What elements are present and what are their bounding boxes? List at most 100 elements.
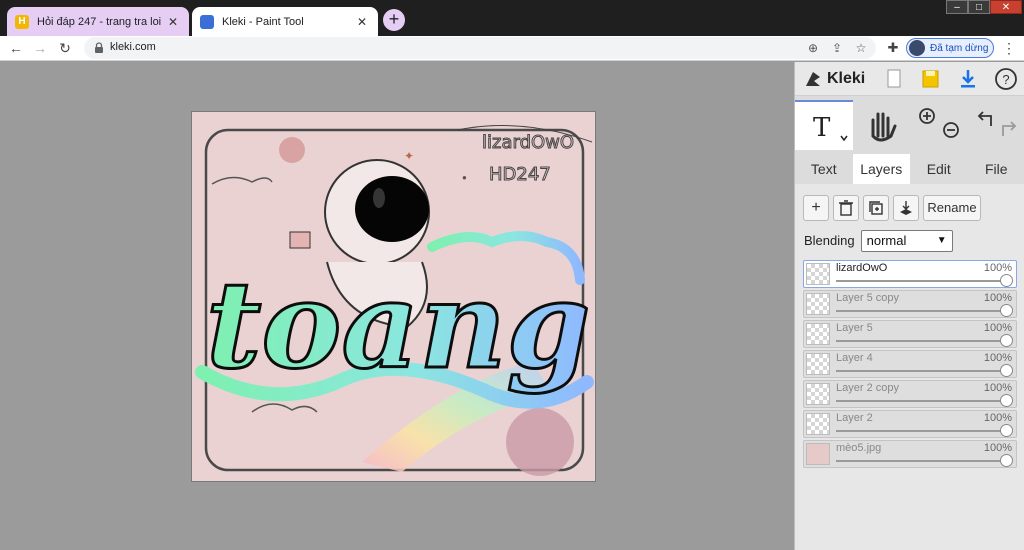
- layer-opacity: 100%: [983, 322, 1012, 334]
- undo-redo-group: [969, 100, 1024, 150]
- minimize-button[interactable]: –: [946, 0, 968, 14]
- zoom-tool-group: [911, 100, 967, 150]
- layer-name: lizardOwO: [836, 262, 888, 274]
- tab-layers[interactable]: Layers: [852, 154, 910, 184]
- opacity-slider-knob[interactable]: [1000, 304, 1013, 317]
- tab-text[interactable]: Text: [795, 154, 853, 184]
- watermark-line2: HD247: [489, 164, 551, 185]
- blending-label: Blending: [804, 233, 855, 248]
- undo-icon[interactable]: [977, 111, 992, 126]
- merge-down-icon: [900, 201, 912, 215]
- redo-icon[interactable]: [1002, 121, 1017, 136]
- layer-thumbnail: [806, 353, 830, 375]
- share-icon[interactable]: ⇪: [828, 39, 846, 57]
- merge-layer-button[interactable]: [893, 195, 919, 221]
- layer-thumbnail: [806, 263, 830, 285]
- svg-text:?: ?: [1002, 72, 1009, 87]
- opacity-slider-track[interactable]: [836, 310, 1006, 312]
- profile-status: Đã tạm dừng: [930, 42, 989, 54]
- download-icon[interactable]: [955, 66, 981, 92]
- hand-tool-button[interactable]: [855, 100, 909, 150]
- tab-hoidap[interactable]: H Hỏi đáp 247 - trang tra loi ✕: [7, 7, 189, 36]
- opacity-slider-knob[interactable]: [1000, 334, 1013, 347]
- browser-menu-icon[interactable]: ⋮: [1002, 39, 1016, 57]
- chevron-down-icon: ▼: [936, 235, 947, 246]
- duplicate-layer-button[interactable]: [863, 195, 889, 221]
- opacity-slider-knob[interactable]: [1000, 394, 1013, 407]
- add-layer-button[interactable]: +: [803, 195, 829, 221]
- opacity-slider-track[interactable]: [836, 340, 1006, 342]
- delete-layer-button[interactable]: [833, 195, 859, 221]
- help-icon[interactable]: ?: [993, 66, 1019, 92]
- tab-file[interactable]: File: [968, 154, 1024, 184]
- opacity-slider-knob[interactable]: [1000, 274, 1013, 287]
- layer-item[interactable]: Layer 5 copy 100%: [803, 290, 1017, 318]
- rename-layer-button[interactable]: Rename: [923, 195, 981, 221]
- close-tab-icon[interactable]: ✕: [354, 14, 370, 30]
- layer-item[interactable]: lizardOwO 100%: [803, 260, 1017, 288]
- layer-name: Layer 4: [836, 352, 873, 364]
- layer-item[interactable]: Layer 2 copy 100%: [803, 380, 1017, 408]
- layer-opacity: 100%: [983, 292, 1012, 304]
- address-bar[interactable]: kleki.com ⊕ ⇪ ☆: [84, 37, 876, 59]
- save-icon[interactable]: [917, 66, 943, 92]
- back-arrow-icon[interactable]: ←: [6, 38, 26, 58]
- opacity-slider-track[interactable]: [836, 280, 1006, 282]
- layer-item[interactable]: Layer 5 100%: [803, 320, 1017, 348]
- layer-thumbnail: [806, 323, 830, 345]
- tab-kleki[interactable]: Kleki - Paint Tool ✕: [192, 7, 378, 36]
- text-tool-button[interactable]: T: [795, 100, 853, 150]
- app-name: Kleki: [827, 70, 866, 87]
- opacity-slider-knob[interactable]: [1000, 424, 1013, 437]
- hoidap-favicon-icon: H: [15, 14, 29, 29]
- profile-button[interactable]: Đã tạm dừng: [906, 38, 994, 58]
- layers-panel: + Rename Blending normal ▼ lizardOwO 100…: [795, 184, 1024, 550]
- layer-opacity: 100%: [983, 262, 1012, 274]
- panel-tabs: Text Layers Edit File: [795, 154, 1024, 184]
- opacity-slider-knob[interactable]: [1000, 454, 1013, 467]
- new-tab-button[interactable]: +: [383, 9, 405, 31]
- layer-opacity: 100%: [983, 382, 1012, 394]
- layer-name: mèo5.jpg: [836, 442, 882, 454]
- opacity-slider-track[interactable]: [836, 430, 1006, 432]
- tool-row: T: [795, 100, 1024, 150]
- opacity-slider-track[interactable]: [836, 400, 1006, 402]
- layer-thumbnail: [806, 383, 830, 405]
- blending-select[interactable]: normal ▼: [860, 230, 953, 252]
- forward-arrow-icon[interactable]: →: [30, 38, 50, 58]
- artwork-canvas[interactable]: lizardOwO HD247 toang ✦ ●: [191, 111, 596, 482]
- blending-value: normal: [866, 233, 907, 248]
- artwork-drawing: lizardOwO HD247 toang ✦ ●: [192, 112, 595, 481]
- layer-thumbnail: [806, 413, 830, 435]
- reload-icon[interactable]: ↻: [55, 38, 75, 58]
- tab-bar: H Hỏi đáp 247 - trang tra loi ✕ Kleki - …: [0, 0, 1024, 36]
- layer-name: Layer 5 copy: [836, 292, 899, 304]
- close-window-button[interactable]: ✕: [990, 0, 1022, 14]
- canvas-area[interactable]: lizardOwO HD247 toang ✦ ●: [0, 62, 794, 550]
- layer-item[interactable]: mèo5.jpg 100%: [803, 440, 1017, 468]
- layer-item[interactable]: Layer 2 100%: [803, 410, 1017, 438]
- close-tab-icon[interactable]: ✕: [165, 14, 181, 30]
- hand-icon: [871, 112, 897, 142]
- trash-icon: [839, 200, 853, 216]
- layer-buttons: + Rename: [803, 195, 981, 221]
- planet-shape: [279, 137, 305, 163]
- opacity-slider-knob[interactable]: [1000, 364, 1013, 377]
- svg-text:●: ●: [462, 173, 467, 182]
- extensions-puzzle-icon[interactable]: ✚: [884, 39, 902, 57]
- kleki-favicon-icon: [200, 14, 214, 29]
- layer-item[interactable]: Layer 4 100%: [803, 350, 1017, 378]
- bookmark-star-icon[interactable]: ☆: [852, 39, 870, 57]
- tab-edit[interactable]: Edit: [910, 154, 968, 184]
- layer-name: Layer 5: [836, 322, 873, 334]
- layer-name: Layer 2 copy: [836, 382, 899, 394]
- zoom-icon[interactable]: ⊕: [804, 39, 822, 57]
- new-document-icon[interactable]: [881, 66, 907, 92]
- opacity-slider-track[interactable]: [836, 460, 1006, 462]
- layer-opacity: 100%: [983, 352, 1012, 364]
- opacity-slider-track[interactable]: [836, 370, 1006, 372]
- panel-header: Kleki ?: [795, 62, 1024, 96]
- lock-icon: [95, 42, 103, 53]
- watermark-line1: lizardOwO: [482, 132, 574, 153]
- maximize-button[interactable]: □: [968, 0, 990, 14]
